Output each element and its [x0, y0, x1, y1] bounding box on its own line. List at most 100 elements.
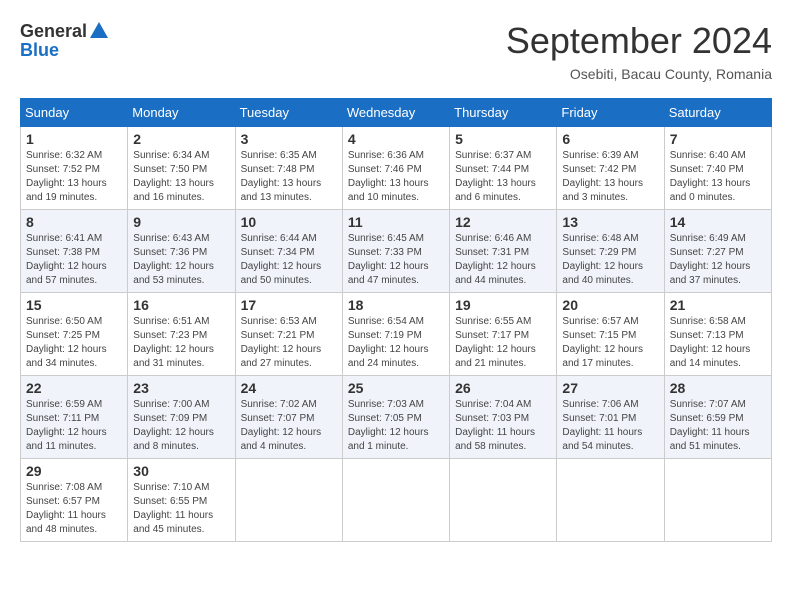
header-saturday: Saturday	[664, 99, 771, 127]
table-row	[664, 459, 771, 542]
table-row: 5 Sunrise: 6:37 AMSunset: 7:44 PMDaylight…	[450, 127, 557, 210]
table-row: 7Sunrise: 6:40 AMSunset: 7:40 PMDaylight…	[664, 127, 771, 210]
day-info: Sunrise: 6:46 AMSunset: 7:31 PMDaylight:…	[455, 233, 536, 286]
day-info: Sunrise: 6:43 AMSunset: 7:36 PMDaylight:…	[133, 233, 214, 286]
table-row: 2 Sunrise: 6:34 AMSunset: 7:50 PMDaylight…	[128, 127, 235, 210]
table-row: 28 Sunrise: 7:07 AMSunset: 6:59 PMDayligh…	[664, 376, 771, 459]
day-info: Sunrise: 6:53 AMSunset: 7:21 PMDaylight:…	[241, 316, 322, 369]
day-number: 29	[26, 463, 122, 479]
day-info: Sunrise: 6:32 AMSunset: 7:52 PMDaylight:…	[26, 150, 107, 203]
day-number: 28	[670, 380, 766, 396]
table-row: 27Sunrise: 7:06 AMSunset: 7:01 PMDayligh…	[557, 376, 664, 459]
calendar-week-3: 15Sunrise: 6:50 AMSunset: 7:25 PMDayligh…	[21, 293, 772, 376]
header-thursday: Thursday	[450, 99, 557, 127]
title-section: September 2024 Osebiti, Bacau County, Ro…	[506, 20, 772, 82]
header-tuesday: Tuesday	[235, 99, 342, 127]
day-number: 7	[670, 131, 766, 147]
day-info: Sunrise: 6:49 AMSunset: 7:27 PMDaylight:…	[670, 233, 751, 286]
day-info: Sunrise: 6:45 AMSunset: 7:33 PMDaylight:…	[348, 233, 429, 286]
day-number: 3	[241, 131, 337, 147]
table-row: 14 Sunrise: 6:49 AMSunset: 7:27 PMDayligh…	[664, 210, 771, 293]
day-number: 23	[133, 380, 229, 396]
day-number: 20	[562, 297, 658, 313]
table-row	[557, 459, 664, 542]
calendar-table: Sunday Monday Tuesday Wednesday Thursday…	[20, 98, 772, 542]
header-monday: Monday	[128, 99, 235, 127]
header-wednesday: Wednesday	[342, 99, 449, 127]
month-title: September 2024	[506, 20, 772, 62]
table-row: 22 Sunrise: 6:59 AMSunset: 7:11 PMDayligh…	[21, 376, 128, 459]
day-info: Sunrise: 7:10 AMSunset: 6:55 PMDaylight:…	[133, 482, 213, 535]
day-number: 24	[241, 380, 337, 396]
day-number: 26	[455, 380, 551, 396]
day-info: Sunrise: 6:37 AMSunset: 7:44 PMDaylight:…	[455, 150, 536, 203]
table-row: 1 Sunrise: 6:32 AMSunset: 7:52 PMDaylight…	[21, 127, 128, 210]
day-number: 22	[26, 380, 122, 396]
day-info: Sunrise: 6:48 AMSunset: 7:29 PMDaylight:…	[562, 233, 643, 286]
logo-blue: Blue	[20, 40, 59, 61]
table-row: 29 Sunrise: 7:08 AMSunset: 6:57 PMDayligh…	[21, 459, 128, 542]
day-number: 25	[348, 380, 444, 396]
calendar-week-1: 1 Sunrise: 6:32 AMSunset: 7:52 PMDaylight…	[21, 127, 772, 210]
table-row: 21 Sunrise: 6:58 AMSunset: 7:13 PMDayligh…	[664, 293, 771, 376]
day-info: Sunrise: 6:35 AMSunset: 7:48 PMDaylight:…	[241, 150, 322, 203]
table-row: 12Sunrise: 6:46 AMSunset: 7:31 PMDayligh…	[450, 210, 557, 293]
table-row	[235, 459, 342, 542]
header-sunday: Sunday	[21, 99, 128, 127]
table-row	[342, 459, 449, 542]
table-row: 23Sunrise: 7:00 AMSunset: 7:09 PMDayligh…	[128, 376, 235, 459]
day-info: Sunrise: 6:50 AMSunset: 7:25 PMDaylight:…	[26, 316, 107, 369]
day-info: Sunrise: 7:02 AMSunset: 7:07 PMDaylight:…	[241, 399, 322, 452]
table-row: 10 Sunrise: 6:44 AMSunset: 7:34 PMDayligh…	[235, 210, 342, 293]
table-row: 4 Sunrise: 6:36 AMSunset: 7:46 PMDaylight…	[342, 127, 449, 210]
day-number: 8	[26, 214, 122, 230]
table-row: 17 Sunrise: 6:53 AMSunset: 7:21 PMDayligh…	[235, 293, 342, 376]
day-number: 17	[241, 297, 337, 313]
day-info: Sunrise: 6:54 AMSunset: 7:19 PMDaylight:…	[348, 316, 429, 369]
day-info: Sunrise: 6:55 AMSunset: 7:17 PMDaylight:…	[455, 316, 536, 369]
day-number: 19	[455, 297, 551, 313]
logo-general: General	[20, 21, 87, 42]
day-info: Sunrise: 6:36 AMSunset: 7:46 PMDaylight:…	[348, 150, 429, 203]
day-info: Sunrise: 6:34 AMSunset: 7:50 PMDaylight:…	[133, 150, 214, 203]
table-row: 15Sunrise: 6:50 AMSunset: 7:25 PMDayligh…	[21, 293, 128, 376]
table-row: 16Sunrise: 6:51 AMSunset: 7:23 PMDayligh…	[128, 293, 235, 376]
day-info: Sunrise: 6:39 AMSunset: 7:42 PMDaylight:…	[562, 150, 643, 203]
calendar-week-5: 29 Sunrise: 7:08 AMSunset: 6:57 PMDayligh…	[21, 459, 772, 542]
day-info: Sunrise: 6:44 AMSunset: 7:34 PMDaylight:…	[241, 233, 322, 286]
day-info: Sunrise: 7:07 AMSunset: 6:59 PMDaylight:…	[670, 399, 750, 452]
calendar-week-2: 8 Sunrise: 6:41 AMSunset: 7:38 PMDaylight…	[21, 210, 772, 293]
logo: General Blue	[20, 20, 111, 61]
table-row: 18 Sunrise: 6:54 AMSunset: 7:19 PMDayligh…	[342, 293, 449, 376]
day-info: Sunrise: 6:59 AMSunset: 7:11 PMDaylight:…	[26, 399, 107, 452]
day-number: 1	[26, 131, 122, 147]
table-row: 6 Sunrise: 6:39 AMSunset: 7:42 PMDaylight…	[557, 127, 664, 210]
day-number: 10	[241, 214, 337, 230]
day-info: Sunrise: 7:03 AMSunset: 7:05 PMDaylight:…	[348, 399, 429, 452]
day-number: 18	[348, 297, 444, 313]
day-number: 6	[562, 131, 658, 147]
day-number: 21	[670, 297, 766, 313]
table-row: 11 Sunrise: 6:45 AMSunset: 7:33 PMDayligh…	[342, 210, 449, 293]
table-row: 20 Sunrise: 6:57 AMSunset: 7:15 PMDayligh…	[557, 293, 664, 376]
day-info: Sunrise: 7:08 AMSunset: 6:57 PMDaylight:…	[26, 482, 106, 535]
table-row	[450, 459, 557, 542]
day-number: 4	[348, 131, 444, 147]
day-info: Sunrise: 7:04 AMSunset: 7:03 PMDaylight:…	[455, 399, 535, 452]
day-number: 30	[133, 463, 229, 479]
table-row: 24 Sunrise: 7:02 AMSunset: 7:07 PMDayligh…	[235, 376, 342, 459]
day-info: Sunrise: 6:57 AMSunset: 7:15 PMDaylight:…	[562, 316, 643, 369]
table-row: 19 Sunrise: 6:55 AMSunset: 7:17 PMDayligh…	[450, 293, 557, 376]
day-number: 27	[562, 380, 658, 396]
day-number: 16	[133, 297, 229, 313]
day-info: Sunrise: 6:41 AMSunset: 7:38 PMDaylight:…	[26, 233, 107, 286]
day-number: 9	[133, 214, 229, 230]
header-friday: Friday	[557, 99, 664, 127]
day-info: Sunrise: 6:58 AMSunset: 7:13 PMDaylight:…	[670, 316, 751, 369]
day-number: 14	[670, 214, 766, 230]
day-number: 13	[562, 214, 658, 230]
day-number: 5	[455, 131, 551, 147]
day-number: 11	[348, 214, 444, 230]
day-number: 2	[133, 131, 229, 147]
table-row: 13 Sunrise: 6:48 AMSunset: 7:29 PMDayligh…	[557, 210, 664, 293]
